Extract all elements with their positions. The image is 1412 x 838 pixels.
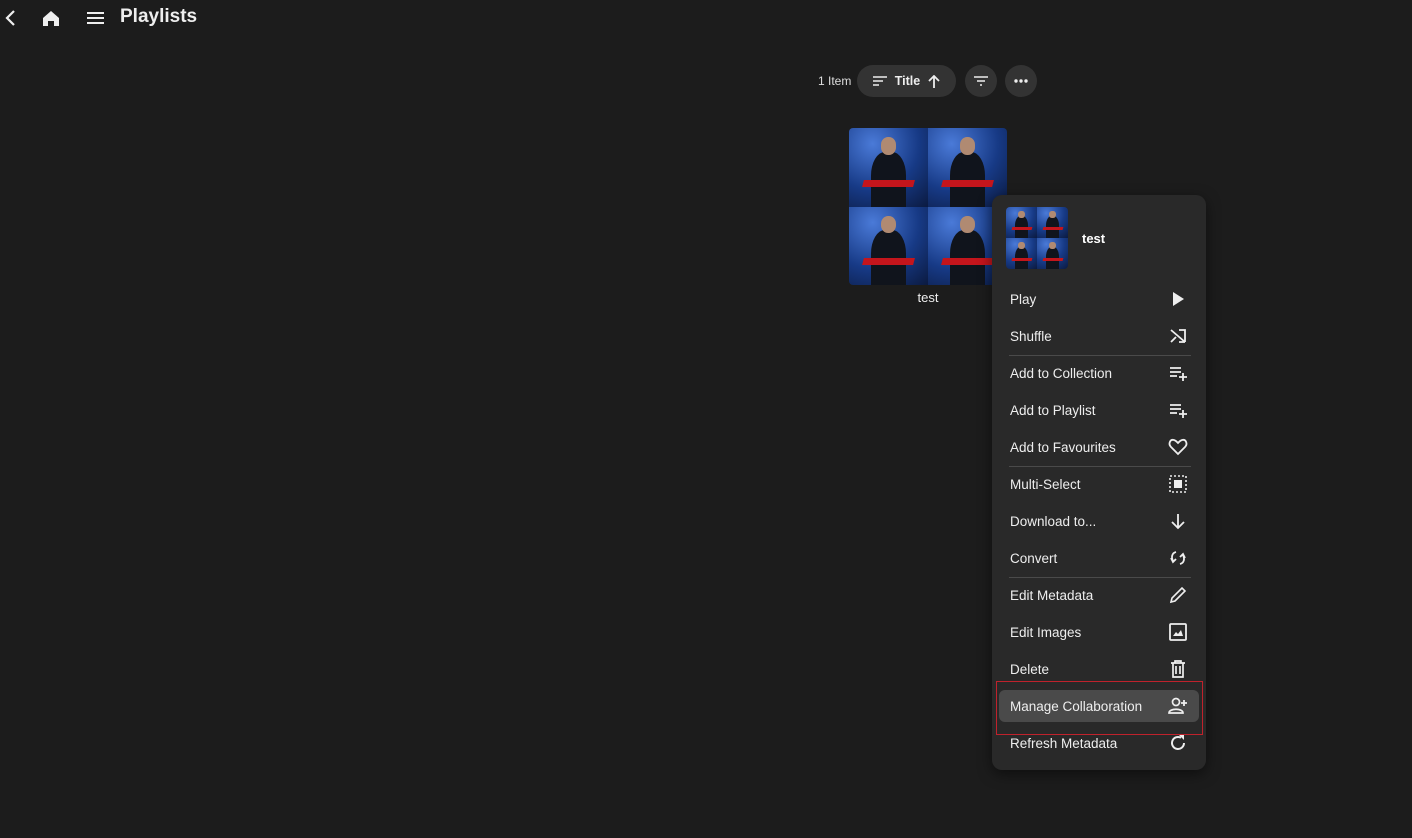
focus-outline — [996, 681, 1203, 735]
menu-divider — [1009, 355, 1191, 356]
menu-divider — [1009, 577, 1191, 578]
menu-item-edit-metadata[interactable]: Edit Metadata — [999, 579, 1199, 611]
menu-thumbnail — [1006, 207, 1068, 269]
menu-item-label: Delete — [1010, 661, 1050, 677]
menu-item-label: Add to Collection — [1010, 365, 1113, 381]
menu-item-label: Add to Favourites — [1010, 439, 1116, 455]
menu-item-convert[interactable]: Convert — [999, 542, 1199, 574]
menu-item-play[interactable]: Play — [999, 283, 1199, 315]
more-button[interactable] — [1005, 65, 1037, 97]
shuffle-icon — [1170, 329, 1186, 343]
menu-item-label: Multi-Select — [1010, 476, 1081, 492]
playlist-add-icon — [1170, 367, 1187, 381]
menu-item-add-to-collection[interactable]: Add to Collection — [999, 357, 1199, 389]
page-title: Playlists — [120, 6, 198, 27]
menu-icon[interactable] — [85, 8, 105, 28]
menu-item-shuffle[interactable]: Shuffle — [999, 320, 1199, 352]
image-icon — [1169, 623, 1187, 641]
menu-item-label: Shuffle — [1010, 328, 1052, 344]
download-icon — [1171, 514, 1185, 530]
home-icon[interactable] — [41, 8, 61, 28]
menu-item-label: Refresh Metadata — [1010, 735, 1118, 751]
menu-item-label: Convert — [1010, 550, 1058, 566]
menu-divider — [1009, 466, 1191, 467]
playlist-card-title[interactable]: test — [849, 290, 1007, 305]
menu-item-download-to[interactable]: Download to... — [999, 505, 1199, 537]
menu-item-multi-select[interactable]: Multi-Select — [999, 468, 1199, 500]
menu-item-edit-images[interactable]: Edit Images — [999, 616, 1199, 648]
more-icon — [1014, 79, 1028, 83]
refresh-icon — [1171, 735, 1185, 750]
menu-item-label: Edit Images — [1010, 624, 1082, 640]
heart-icon — [1168, 438, 1188, 456]
pencil-icon — [1169, 586, 1187, 604]
sort-button[interactable]: Title — [857, 65, 956, 97]
back-icon[interactable] — [2, 8, 18, 28]
item-count: 1 Item — [818, 74, 852, 88]
playlist-card-image[interactable] — [849, 128, 1007, 285]
filter-icon — [974, 76, 988, 86]
select-all-icon — [1169, 475, 1187, 493]
menu-item-add-to-playlist[interactable]: Add to Playlist — [999, 394, 1199, 426]
menu-item-label: Edit Metadata — [1010, 587, 1094, 603]
sort-icon — [872, 76, 887, 86]
menu-item-label: Add to Playlist — [1010, 402, 1096, 418]
arrow-up-icon — [928, 74, 940, 88]
play-icon — [1173, 292, 1184, 306]
sort-label: Title — [894, 74, 921, 88]
filter-button[interactable] — [965, 65, 997, 97]
playlist-add-icon — [1170, 404, 1187, 418]
convert-icon — [1170, 551, 1186, 565]
menu-item-label: Download to... — [1010, 513, 1097, 529]
menu-title: test — [1082, 231, 1106, 246]
trash-icon — [1171, 660, 1185, 678]
menu-item-add-to-favourites[interactable]: Add to Favourites — [999, 431, 1199, 463]
menu-item-label: Play — [1010, 291, 1037, 307]
